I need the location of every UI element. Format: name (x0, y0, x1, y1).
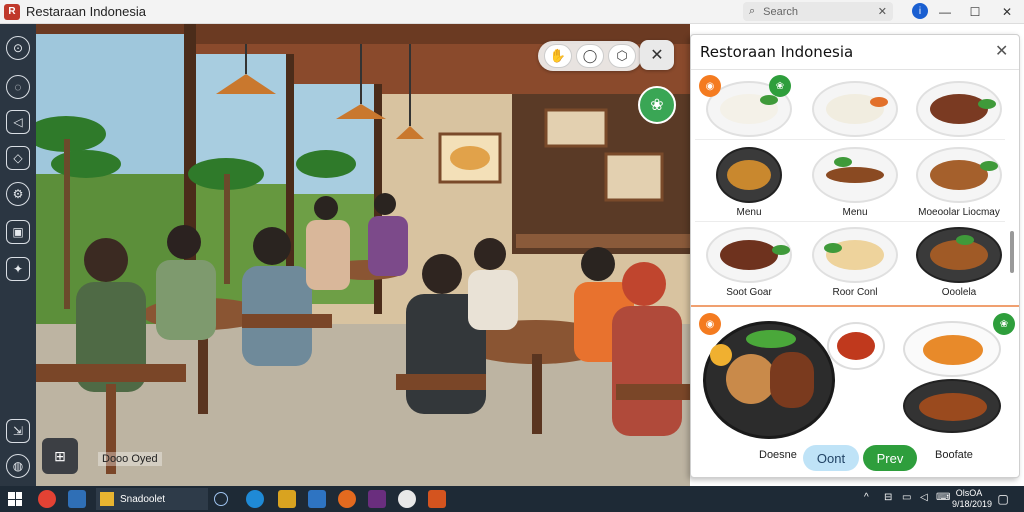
cube-icon[interactable]: ⬡ (608, 44, 636, 68)
export-icon[interactable]: ⇲ (6, 419, 30, 443)
chevron-up-icon[interactable]: ^ (864, 492, 869, 503)
panel-title: Restoraan Indonesia (700, 43, 854, 61)
leaf-badge-icon-2: ❀ (993, 313, 1015, 335)
store-icon[interactable] (308, 490, 326, 508)
chef-badge-icon-2: ◉ (699, 313, 721, 335)
gallery-button[interactable]: ⊞ (42, 438, 78, 474)
prev-button[interactable]: Prev (863, 445, 917, 471)
restaurant-scene: ✋ ◯ ⬡ ✕ ❀ ⊞ Dooo Oyed (36, 24, 690, 486)
close-window-button[interactable]: ✕ (992, 0, 1022, 24)
search-circle-icon[interactable] (214, 492, 228, 506)
hand-icon[interactable]: ✋ (544, 44, 572, 68)
menu-item-rendang[interactable] (907, 81, 1011, 153)
megaphone-icon[interactable]: ◁ (6, 110, 30, 134)
row-divider-2 (695, 221, 1005, 222)
folder-icon (100, 492, 114, 506)
grilled-fish-image (916, 227, 1002, 283)
restaurant-taskbar-icon[interactable] (428, 490, 446, 508)
menu-item-grilled-fish[interactable]: Ooolela (907, 227, 1011, 299)
search-placeholder: Search (763, 5, 799, 18)
rice-plate-image (812, 81, 898, 137)
clock-date: 9/18/2019 (952, 499, 993, 509)
taskbar-clock[interactable]: OlsOA 9/18/2019 (952, 488, 993, 510)
keyboard-icon[interactable]: ⌨ (936, 492, 950, 503)
puzzle-icon[interactable]: ✦ (6, 257, 30, 281)
location-icon[interactable]: ◌ (6, 75, 30, 99)
row-divider (695, 139, 1005, 140)
curry-bowl-image (716, 147, 782, 203)
scene-close-button[interactable]: ✕ (640, 40, 674, 70)
window-title: Restaraan Indonesia (26, 4, 146, 19)
menu-item-fried-fish[interactable]: Moeoolar Liocmay (907, 147, 1011, 219)
noodle-plate-image[interactable] (903, 321, 1001, 377)
menu-panel: Restoraan Indonesia ✕ ◉ ❀ Menu Menu Moeo… (690, 34, 1020, 478)
shield-icon[interactable]: ◯ (576, 44, 604, 68)
chrome-icon[interactable] (38, 490, 56, 508)
beef-rendang-image (706, 227, 792, 283)
panel-scrollbar[interactable] (1010, 231, 1014, 273)
panel-close-button[interactable]: ✕ (995, 41, 1008, 61)
search-box[interactable]: ⌕ Search ✕ (743, 2, 893, 21)
cont-button[interactable]: Oont (803, 445, 859, 471)
slack-icon[interactable] (368, 490, 386, 508)
menu-item-chicken-plate[interactable]: Roor Conl (803, 227, 907, 299)
featured-platter-image[interactable] (703, 321, 835, 439)
volume-icon[interactable]: ◁ (920, 492, 928, 503)
taskbar-active-app[interactable]: Snadoolet (96, 488, 208, 510)
windows-start-icon[interactable] (8, 492, 22, 506)
scene-toolbar: ✋ ◯ ⬡ (538, 41, 642, 71)
rendang-image (916, 81, 1002, 137)
minimize-button[interactable]: — (930, 0, 960, 24)
leaf-icon[interactable]: ❀ (638, 86, 676, 124)
menu-item-beef-rendang[interactable]: Soot Goar (697, 227, 801, 299)
menu-item-curry-bowl[interactable]: Menu (697, 147, 801, 219)
monitor-icon[interactable] (68, 490, 86, 508)
menu-item-rice-plate[interactable] (803, 81, 907, 153)
soccer-icon[interactable] (398, 490, 416, 508)
featured-right-label: Boofate (935, 449, 973, 461)
taskbar: Snadoolet ^ ⊟ ▭ ◁ ⌨ OlsOA 9/18/2019 ▢ (0, 486, 1024, 512)
compass-icon[interactable]: ⊙ (6, 36, 30, 60)
files-icon[interactable] (278, 490, 296, 508)
image-icon[interactable]: ▣ (6, 220, 30, 244)
battery-icon[interactable]: ▭ (902, 492, 911, 503)
tag-icon[interactable]: ◇ (6, 146, 30, 170)
soup-bowl-image[interactable] (827, 322, 885, 370)
fried-fish-image (916, 147, 1002, 203)
settings-icon[interactable]: ⚙ (6, 182, 30, 206)
left-sidebar: ⊙ ◌ ◁ ◇ ⚙ ▣ ✦ ⇲ ◍ (0, 24, 36, 486)
satay-image (812, 147, 898, 203)
profile-icon[interactable]: i (912, 3, 928, 19)
panel-divider (691, 69, 1019, 70)
maximize-button[interactable]: ☐ (960, 0, 990, 24)
edge-icon[interactable] (246, 490, 264, 508)
menu-item-satay[interactable]: Menu (803, 147, 907, 219)
chrome-icon-2[interactable] (338, 490, 356, 508)
search-icon: ⌕ (749, 5, 756, 17)
scene-caption: Dooo Oyed (98, 452, 162, 466)
globe-icon[interactable]: ◍ (6, 454, 30, 478)
chef-badge-icon: ◉ (699, 75, 721, 97)
featured-left-label: Doesne (759, 449, 797, 461)
notification-icon[interactable]: ▢ (994, 490, 1012, 508)
clock-time: OlsOA (955, 488, 983, 498)
scene-illustration (36, 24, 690, 486)
clear-search-icon[interactable]: ✕ (878, 5, 887, 18)
fish-plate-image[interactable] (903, 379, 1001, 433)
chicken-plate-image (812, 227, 898, 283)
restaurant-app-icon: R (4, 3, 20, 20)
network-icon[interactable]: ⊟ (884, 492, 892, 503)
featured-divider (691, 305, 1019, 307)
leaf-badge-icon: ❀ (769, 75, 791, 97)
title-bar: R Restaraan Indonesia ⌕ Search ✕ i — ☐ ✕ (0, 0, 1024, 24)
